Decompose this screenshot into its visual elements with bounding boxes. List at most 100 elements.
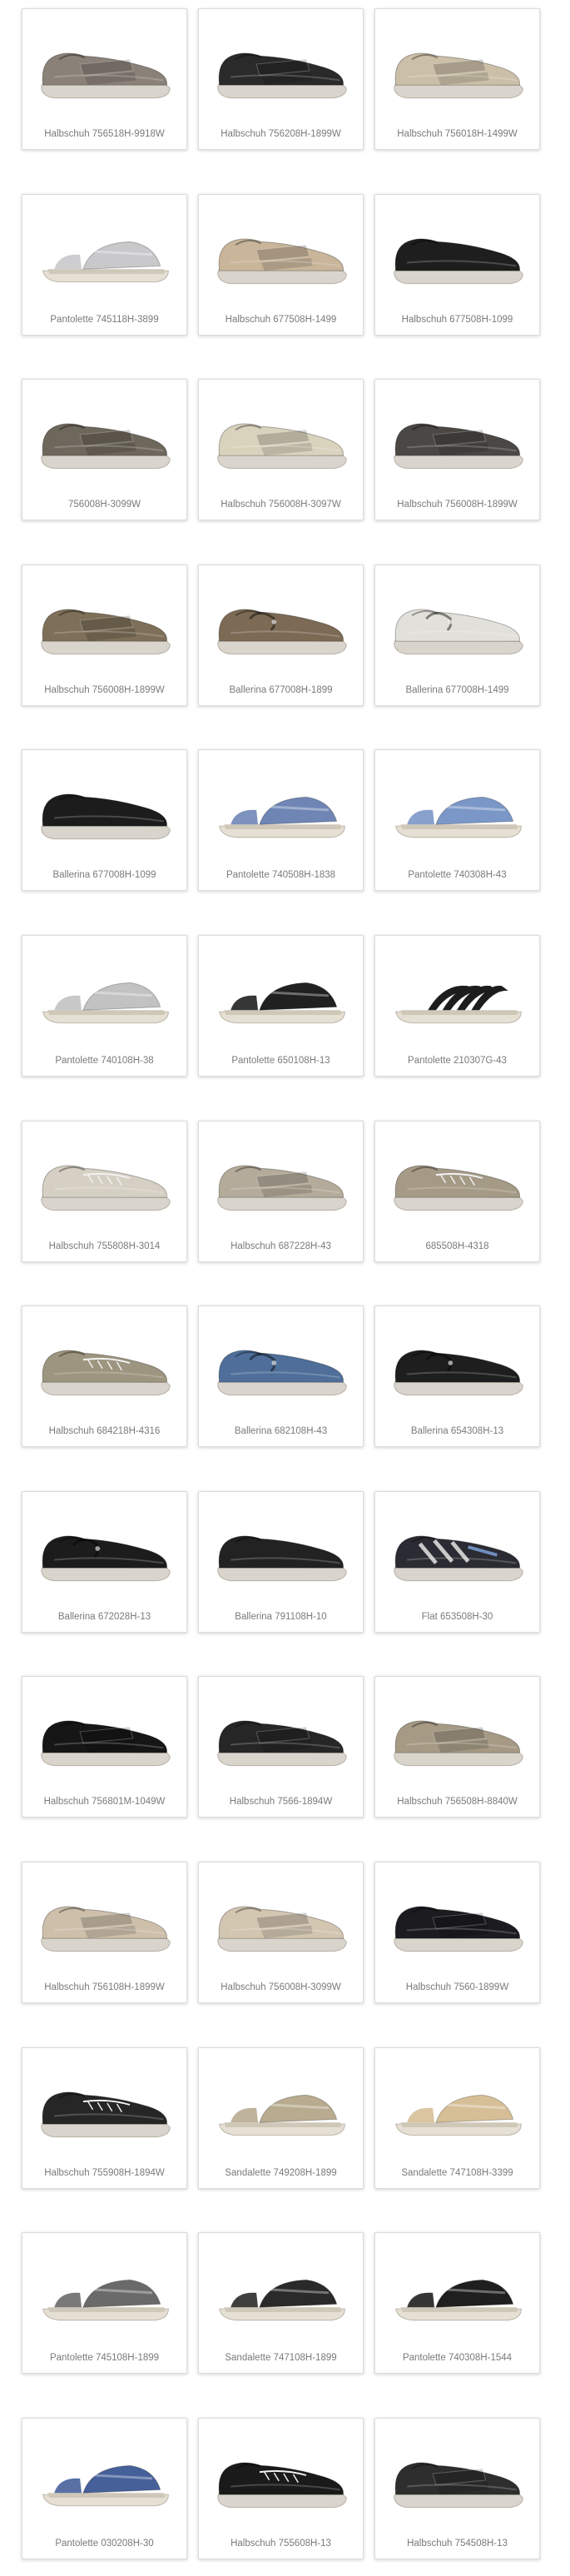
product-card[interactable]: Pantolette 745118H-3899 [22,194,187,336]
product-name[interactable]: Pantolette 740508H-1838 [202,870,359,880]
product-card[interactable]: Halbschuh 756008H-1899W [374,379,540,520]
product-card[interactable]: Pantolette 740308H-43 [374,749,540,891]
product-name[interactable]: Pantolette 740108H-38 [26,1056,183,1066]
product-name[interactable]: Halbschuh 756108H-1899W [26,1982,183,1992]
product-name[interactable]: Halbschuh 756508H-8840W [379,1797,536,1807]
product-name[interactable]: Sandalette 747108H-1899 [202,2353,359,2363]
product-card[interactable]: Halbschuh 756508H-8840W [374,1676,540,1818]
product-name[interactable]: 756008H-3099W [26,500,183,510]
product-card[interactable]: Pantolette 740308H-1544 [374,2232,540,2374]
product-card[interactable]: Sandalette 747108H-3399 [374,2047,540,2189]
product-name[interactable]: Ballerina 672028H-13 [26,1612,183,1622]
product-name[interactable]: Halbschuh 756008H-3099W [202,1982,359,1992]
product-card[interactable]: Flat 653508H-30 [374,1491,540,1633]
product-name[interactable]: Halbschuh 756008H-1899W [26,685,183,695]
product-card[interactable]: Halbschuh 756108H-1899W [22,1862,187,2003]
product-name[interactable]: Ballerina 682108H-43 [202,1426,359,1436]
product-name[interactable]: Pantolette 030208H-30 [26,2539,183,2549]
product-card[interactable]: Halbschuh 677508H-1099 [374,194,540,336]
product-name[interactable]: Pantolette 745108H-1899 [26,2353,183,2363]
product-image[interactable] [31,201,180,301]
product-name[interactable]: Flat 653508H-30 [379,1612,536,1622]
product-name[interactable]: Halbschuh 684218H-4316 [26,1426,183,1436]
product-name[interactable]: Ballerina 677008H-1099 [26,870,183,880]
product-image[interactable] [207,2240,356,2340]
product-image[interactable] [207,2055,356,2155]
product-name[interactable]: Ballerina 791108H-10 [202,1612,359,1622]
product-card[interactable]: Halbschuh 756801M-1049W [22,1676,187,1818]
product-card[interactable]: Halbschuh 756518H-9918W [22,8,187,150]
product-name[interactable]: 685508H-4318 [379,1241,536,1251]
product-name[interactable]: Halbschuh 7560-1899W [379,1982,536,1992]
product-image[interactable] [207,201,356,301]
product-image[interactable] [207,572,356,672]
product-image[interactable] [384,2240,533,2340]
product-card[interactable]: Halbschuh 754508H-13 [374,2418,540,2559]
product-card[interactable]: Sandalette 749208H-1899 [198,2047,364,2189]
product-name[interactable]: Ballerina 677008H-1499 [379,685,536,695]
product-name[interactable]: Halbschuh 7566-1894W [202,1797,359,1807]
product-image[interactable] [31,942,180,1042]
product-name[interactable]: Pantolette 650108H-13 [202,1056,359,1066]
product-card[interactable]: Halbschuh 677508H-1499 [198,194,364,336]
product-card[interactable]: Halbschuh 687228H-43 [198,1121,364,1262]
product-name[interactable]: Halbschuh 756801M-1049W [26,1797,183,1807]
product-card[interactable]: Ballerina 654308H-13 [374,1305,540,1447]
product-card[interactable]: Halbschuh 756018H-1499W [374,8,540,150]
product-image[interactable] [207,1499,356,1599]
product-card[interactable]: Ballerina 672028H-13 [22,1491,187,1633]
product-name[interactable]: Halbschuh 677508H-1099 [379,315,536,325]
product-image[interactable] [384,1683,533,1783]
product-image[interactable] [31,757,180,857]
product-name[interactable]: Halbschuh 755608H-13 [202,2539,359,2549]
product-card[interactable]: Sandalette 747108H-1899 [198,2232,364,2374]
product-image[interactable] [31,2425,180,2525]
product-card[interactable]: Ballerina 791108H-10 [198,1491,364,1633]
product-name[interactable]: Pantolette 740308H-43 [379,870,536,880]
product-name[interactable]: Pantolette 210307G-43 [379,1056,536,1066]
product-image[interactable] [31,1499,180,1599]
product-card[interactable]: 685508H-4318 [374,1121,540,1262]
product-card[interactable]: Pantolette 740108H-38 [22,935,187,1077]
product-image[interactable] [384,2055,533,2155]
product-name[interactable]: Halbschuh 756008H-1899W [379,500,536,510]
product-image[interactable] [31,2055,180,2155]
product-card[interactable]: Pantolette 740508H-1838 [198,749,364,891]
product-image[interactable] [207,1869,356,1969]
product-name[interactable]: Pantolette 745118H-3899 [26,315,183,325]
product-image[interactable] [207,1313,356,1413]
product-image[interactable] [384,1313,533,1413]
product-card[interactable]: Ballerina 682108H-43 [198,1305,364,1447]
product-card[interactable]: Halbschuh 756008H-1899W [22,564,187,706]
product-image[interactable] [384,757,533,857]
product-name[interactable]: Halbschuh 754508H-13 [379,2539,536,2549]
product-image[interactable] [384,572,533,672]
product-card[interactable]: Pantolette 650108H-13 [198,935,364,1077]
product-name[interactable]: Halbschuh 756518H-9918W [26,129,183,139]
product-image[interactable] [207,1128,356,1228]
product-image[interactable] [384,16,533,116]
product-image[interactable] [384,1869,533,1969]
product-card[interactable]: Halbschuh 684218H-4316 [22,1305,187,1447]
product-image[interactable] [31,1128,180,1228]
product-card[interactable]: Pantolette 210307G-43 [374,935,540,1077]
product-card[interactable]: Halbschuh 755808H-3014 [22,1121,187,1262]
product-card[interactable]: 756008H-3099W [22,379,187,520]
product-card[interactable]: Ballerina 677008H-1499 [374,564,540,706]
product-image[interactable] [207,386,356,486]
product-card[interactable]: Halbschuh 755608H-13 [198,2418,364,2559]
product-name[interactable]: Halbschuh 755808H-3014 [26,1241,183,1251]
product-card[interactable]: Halbschuh 756208H-1899W [198,8,364,150]
product-name[interactable]: Sandalette 749208H-1899 [202,2168,359,2178]
product-card[interactable]: Ballerina 677008H-1099 [22,749,187,891]
product-card[interactable]: Halbschuh 755908H-1894W [22,2047,187,2189]
product-image[interactable] [207,757,356,857]
product-card[interactable]: Pantolette 745108H-1899 [22,2232,187,2374]
product-image[interactable] [31,572,180,672]
product-image[interactable] [31,1313,180,1413]
product-name[interactable]: Ballerina 677008H-1899 [202,685,359,695]
product-image[interactable] [31,1683,180,1783]
product-image[interactable] [31,1869,180,1969]
product-name[interactable]: Ballerina 654308H-13 [379,1426,536,1436]
product-card[interactable]: Ballerina 677008H-1899 [198,564,364,706]
